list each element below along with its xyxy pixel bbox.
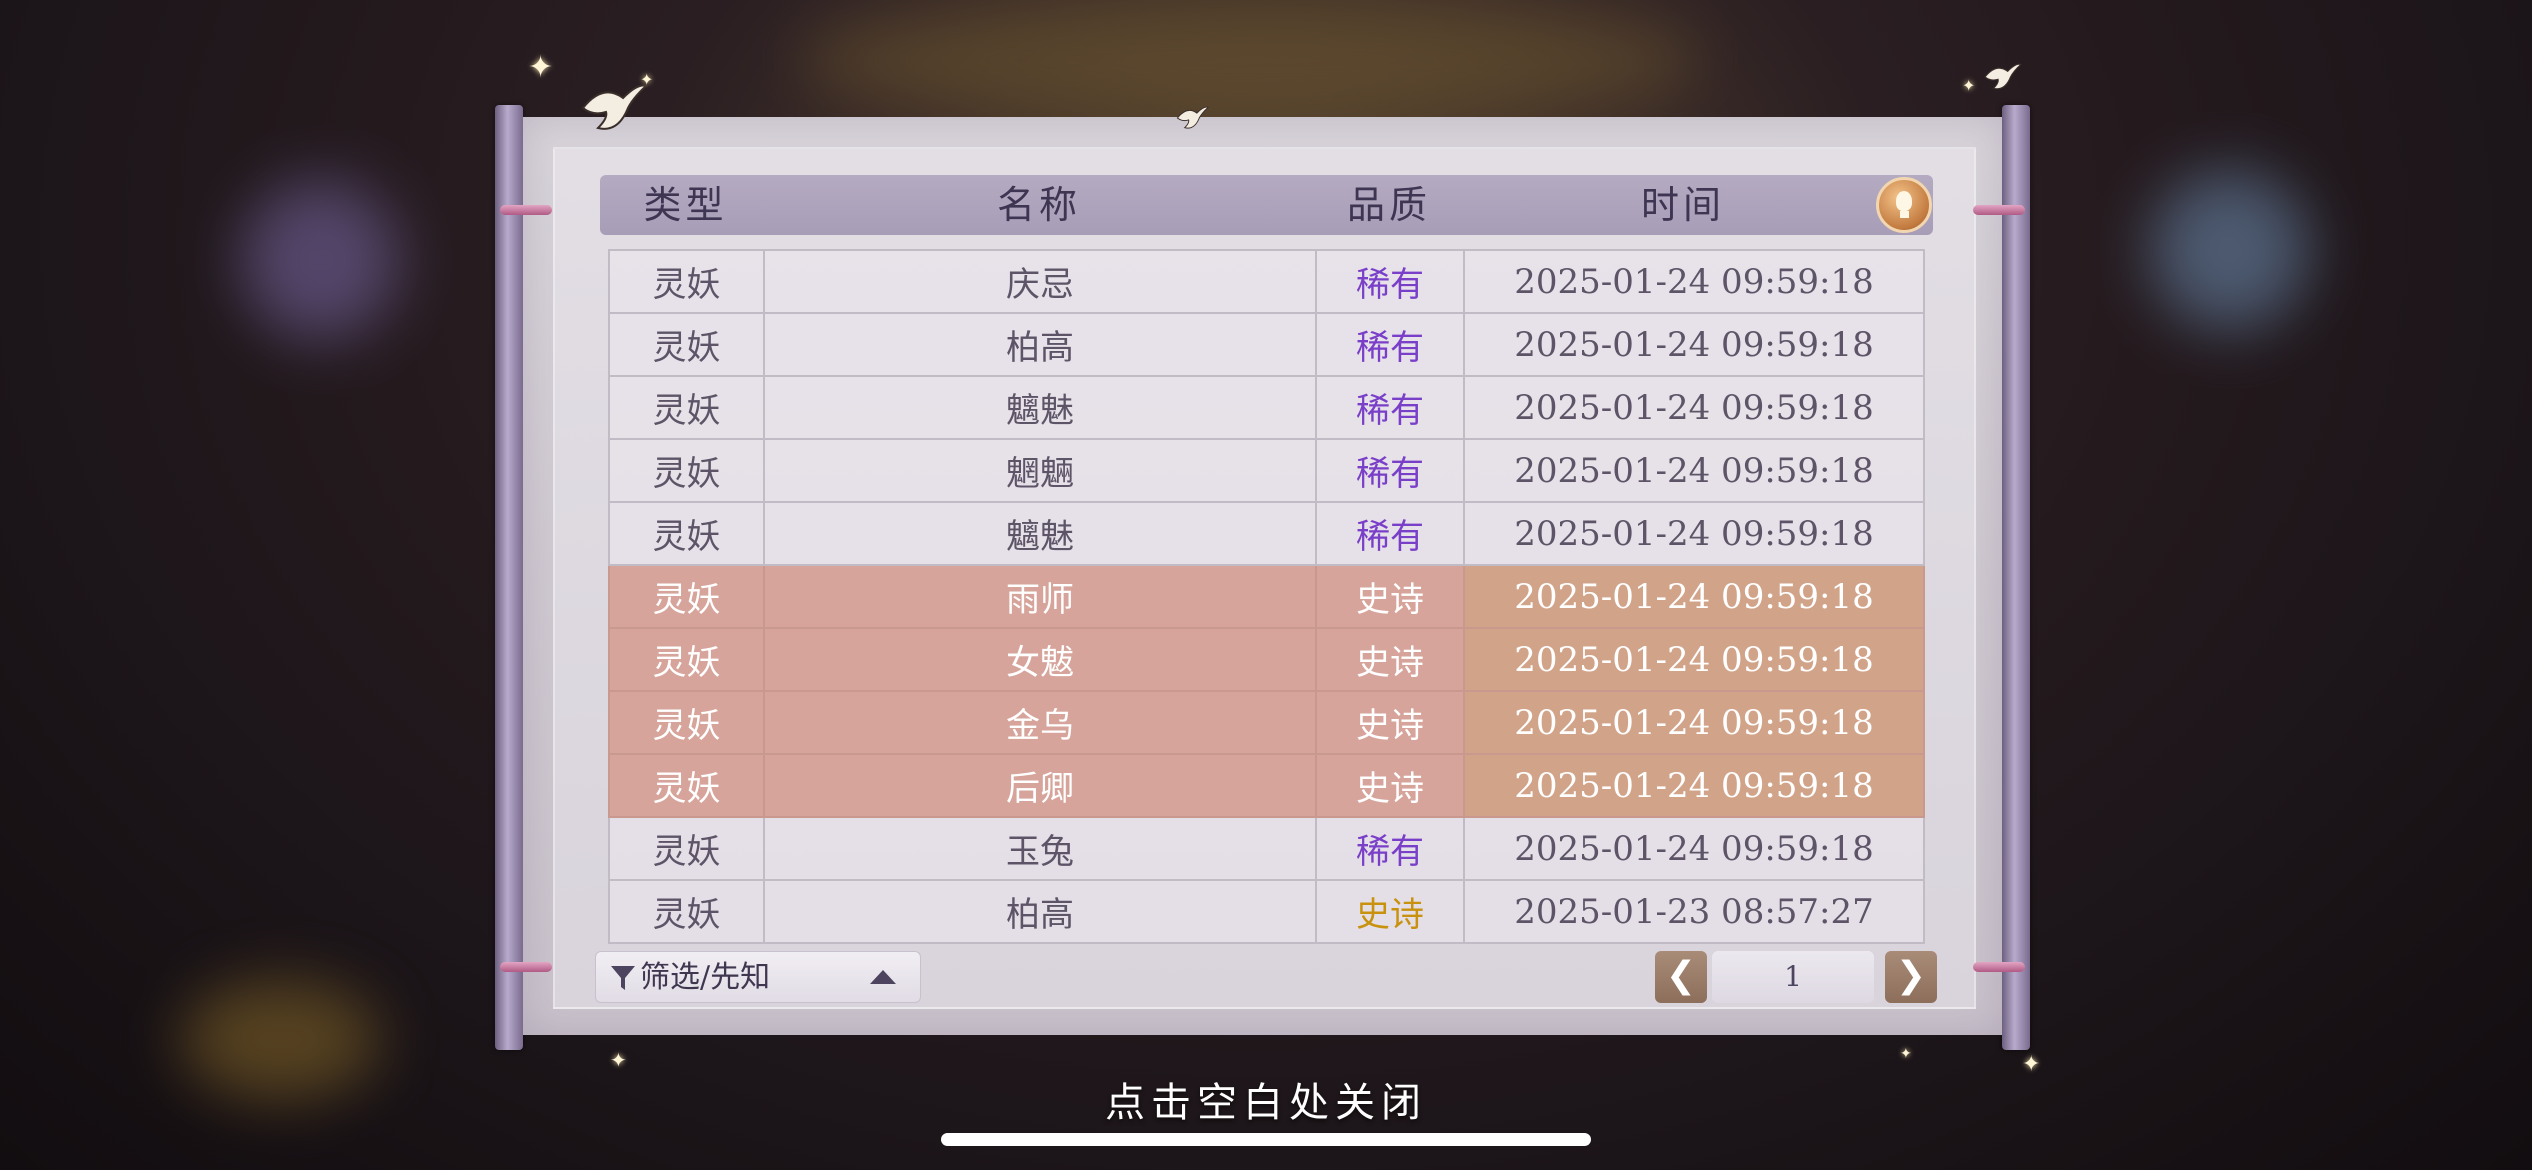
- cell-quality: 稀有: [1315, 438, 1465, 503]
- hint-button[interactable]: [1876, 177, 1932, 233]
- cell-type: 灵妖: [608, 690, 765, 755]
- scroll-peg: [1973, 205, 2025, 215]
- chevron-up-icon: [870, 970, 896, 984]
- cell-quality: 稀有: [1315, 816, 1465, 881]
- cell-type: 灵妖: [608, 501, 765, 566]
- cell-name: 雨师: [763, 564, 1317, 629]
- scroll-peg: [1973, 962, 2025, 972]
- cell-time: 2025-01-24 09:59:18: [1463, 501, 1925, 566]
- records-table: 灵妖 庆忌 稀有 2025-01-24 09:59:18 灵妖 柏高 稀有 2025-01-2…: [608, 249, 1925, 944]
- prev-page-button[interactable]: ❮: [1655, 951, 1707, 1003]
- cell-type: 灵妖: [608, 249, 765, 314]
- cell-quality: 史诗: [1315, 879, 1465, 944]
- cell-quality: 史诗: [1315, 753, 1465, 818]
- sparkle-icon: ✦: [640, 70, 654, 89]
- cell-name: 魑魅: [763, 501, 1317, 566]
- filter-dropdown[interactable]: 筛选/先知: [595, 951, 921, 1003]
- next-page-button[interactable]: ❯: [1885, 951, 1937, 1003]
- page-number: 1: [1712, 951, 1874, 1003]
- header-quality: 品质: [1346, 183, 1431, 227]
- cell-name: 柏高: [763, 879, 1317, 944]
- background-glow: [800, 0, 1700, 120]
- sparkle-icon: ✦: [1900, 1046, 1912, 1062]
- cell-time: 2025-01-24 09:59:18: [1463, 249, 1925, 314]
- cell-type: 灵妖: [608, 627, 765, 692]
- filter-label: 筛选/先知: [640, 960, 771, 995]
- background-glow: [240, 180, 400, 340]
- cell-name: 后卿: [763, 753, 1317, 818]
- cell-time: 2025-01-24 09:59:18: [1463, 438, 1925, 503]
- table-header: 类型 名称 品质 时间: [600, 175, 1933, 235]
- cell-time: 2025-01-24 09:59:18: [1463, 627, 1925, 692]
- cell-type: 灵妖: [608, 375, 765, 440]
- table-row: 灵妖 魑魅 稀有 2025-01-24 09:59:18: [608, 501, 1925, 566]
- sparkle-icon: ✦: [610, 1048, 627, 1072]
- cell-type: 灵妖: [608, 438, 765, 503]
- swallow-icon: [1984, 63, 2022, 90]
- cell-quality: 史诗: [1315, 627, 1465, 692]
- cell-type: 灵妖: [608, 564, 765, 629]
- table-row: 灵妖 金乌 史诗 2025-01-24 09:59:18: [608, 690, 1925, 755]
- table-row: 灵妖 柏高 史诗 2025-01-23 08:57:27: [608, 879, 1925, 944]
- cell-name: 魍魎: [763, 438, 1317, 503]
- background-glow: [2150, 170, 2310, 330]
- header-type: 类型: [643, 183, 728, 227]
- lightbulb-icon: [1896, 191, 1912, 211]
- lightbulb-base: [1900, 211, 1909, 218]
- cell-type: 灵妖: [608, 753, 765, 818]
- table-row: 灵妖 后卿 史诗 2025-01-24 09:59:18: [608, 753, 1925, 818]
- cell-time: 2025-01-24 09:59:18: [1463, 753, 1925, 818]
- table-row: 灵妖 柏高 稀有 2025-01-24 09:59:18: [608, 312, 1925, 377]
- cell-type: 灵妖: [608, 879, 765, 944]
- cell-time: 2025-01-24 09:59:18: [1463, 564, 1925, 629]
- table-row: 灵妖 庆忌 稀有 2025-01-24 09:59:18: [608, 249, 1925, 314]
- cell-name: 柏高: [763, 312, 1317, 377]
- header-time: 时间: [1640, 183, 1725, 227]
- table-row: 灵妖 玉兔 稀有 2025-01-24 09:59:18: [608, 816, 1925, 881]
- swallow-icon: [581, 84, 648, 130]
- scroll-rod-right: [2002, 105, 2030, 1050]
- cell-quality: 稀有: [1315, 375, 1465, 440]
- cell-quality: 稀有: [1315, 501, 1465, 566]
- table-row: 灵妖 雨师 史诗 2025-01-24 09:59:18: [608, 564, 1925, 629]
- table-row: 灵妖 魍魎 稀有 2025-01-24 09:59:18: [608, 438, 1925, 503]
- sparkle-icon: ✦: [528, 50, 554, 85]
- cell-time: 2025-01-24 09:59:18: [1463, 312, 1925, 377]
- table-row: 灵妖 魑魅 稀有 2025-01-24 09:59:18: [608, 375, 1925, 440]
- cell-name: 魑魅: [763, 375, 1317, 440]
- cell-name: 庆忌: [763, 249, 1317, 314]
- header-name: 名称: [996, 183, 1081, 227]
- scroll-peg: [500, 205, 552, 215]
- cell-time: 2025-01-24 09:59:18: [1463, 816, 1925, 881]
- home-indicator[interactable]: [941, 1133, 1591, 1146]
- scroll-peg: [500, 962, 552, 972]
- cell-quality: 史诗: [1315, 690, 1465, 755]
- cell-time: 2025-01-24 09:59:18: [1463, 690, 1925, 755]
- table-row: 灵妖 女魃 史诗 2025-01-24 09:59:18: [608, 627, 1925, 692]
- cell-name: 玉兔: [763, 816, 1317, 881]
- cell-time: 2025-01-23 08:57:27: [1463, 879, 1925, 944]
- cell-time: 2025-01-24 09:59:18: [1463, 375, 1925, 440]
- cell-name: 金乌: [763, 690, 1317, 755]
- cell-type: 灵妖: [608, 816, 765, 881]
- sparkle-icon: ✦: [1962, 76, 1976, 95]
- scroll-rod-left: [495, 105, 523, 1050]
- close-hint-text[interactable]: 点击空白处关闭: [0, 1070, 2532, 1128]
- filter-icon: [611, 966, 635, 990]
- swallow-icon: [1176, 106, 1209, 129]
- cell-quality: 史诗: [1315, 564, 1465, 629]
- cell-type: 灵妖: [608, 312, 765, 377]
- cell-quality: 稀有: [1315, 249, 1465, 314]
- cell-quality: 稀有: [1315, 312, 1465, 377]
- cell-name: 女魃: [763, 627, 1317, 692]
